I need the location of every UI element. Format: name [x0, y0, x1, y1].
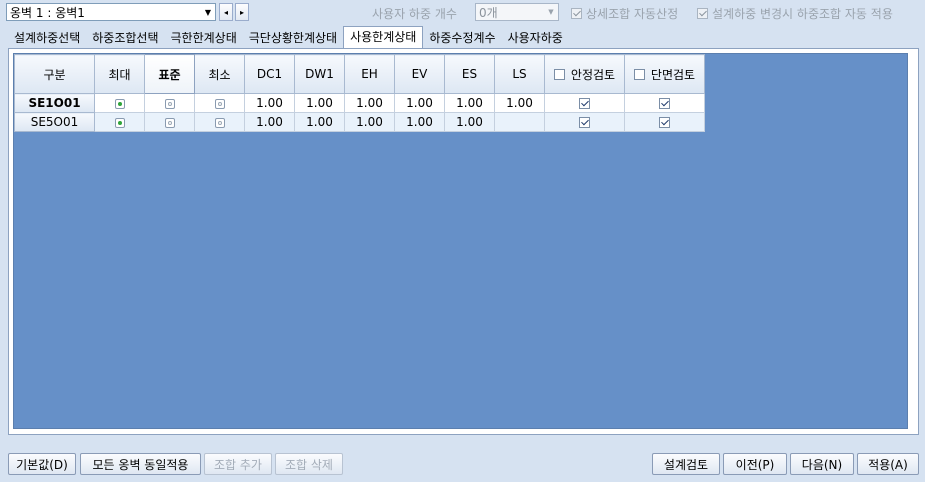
ev-cell[interactable]: 1.00 — [394, 93, 445, 113]
next-wall-button[interactable]: ▸ — [235, 3, 249, 21]
min-cell[interactable] — [194, 112, 245, 132]
col-header-category[interactable]: 구분 — [14, 54, 95, 94]
top-toolbar: 옹벽 1 : 옹벽1 ▼ ◂ ▸ 사용자 하중 개수 0개 ▼ 상세조합 자동산… — [0, 0, 925, 26]
max-radio[interactable] — [114, 98, 125, 109]
table-row: SE1O01 1.00 1.00 1.00 1.00 1.00 1.00 — [14, 93, 705, 113]
chevron-down-icon[interactable]: ▼ — [201, 4, 215, 20]
next-button[interactable]: 다음(N) — [790, 453, 854, 475]
col-header-min[interactable]: 최소 — [194, 54, 245, 94]
col-header-section[interactable]: 단면검토 — [624, 54, 705, 94]
standard-cell[interactable] — [144, 93, 195, 113]
section-header-label: 단면검토 — [650, 67, 696, 82]
grid-area: 구분 최대 표준 최소 DC1 DW1 EH EV ES LS 안정검토 단면검… — [13, 53, 908, 429]
max-radio[interactable] — [114, 117, 125, 128]
tab-panel: 구분 최대 표준 최소 DC1 DW1 EH EV ES LS 안정검토 단면검… — [8, 48, 919, 435]
table-row: SE5O01 1.00 1.00 1.00 1.00 1.00 — [14, 112, 705, 132]
eh-cell[interactable]: 1.00 — [344, 112, 395, 132]
standard-radio[interactable] — [164, 117, 175, 128]
col-header-dw1[interactable]: DW1 — [294, 54, 345, 94]
row-name[interactable]: SE1O01 — [14, 93, 95, 113]
dc1-cell[interactable]: 1.00 — [244, 112, 295, 132]
dw1-cell[interactable]: 1.00 — [294, 93, 345, 113]
user-load-count-label: 사용자 하중 개수 — [372, 7, 457, 21]
section-cell[interactable] — [624, 112, 705, 132]
prev-wall-button[interactable]: ◂ — [219, 3, 233, 21]
user-load-count-value: 0개 — [479, 5, 498, 20]
min-cell[interactable] — [194, 93, 245, 113]
tab-ultimate-limit[interactable]: 극한한계상태 — [165, 29, 243, 48]
es-cell[interactable]: 1.00 — [444, 112, 495, 132]
col-header-max[interactable]: 최대 — [94, 54, 145, 94]
load-combination-grid: 구분 최대 표준 최소 DC1 DW1 EH EV ES LS 안정검토 단면검… — [14, 54, 705, 132]
tab-extreme-limit[interactable]: 극단상황한계상태 — [243, 29, 343, 48]
delete-combination-button[interactable]: 조합 삭제 — [275, 453, 343, 475]
standard-radio[interactable] — [164, 98, 175, 109]
auto-detail-label: 상세조합 자동산정 — [586, 7, 679, 21]
user-load-count-select[interactable]: 0개 ▼ — [475, 3, 559, 21]
col-header-ls[interactable]: LS — [494, 54, 545, 94]
wall-select[interactable]: 옹벽 1 : 옹벽1 ▼ — [6, 3, 216, 21]
tab-user-load[interactable]: 사용자하중 — [502, 29, 569, 48]
tab-load-combination[interactable]: 하중조합선택 — [86, 29, 164, 48]
stability-cell[interactable] — [544, 112, 625, 132]
section-cell[interactable] — [624, 93, 705, 113]
prev-button[interactable]: 이전(P) — [723, 453, 787, 475]
apply-all-walls-button[interactable]: 모든 옹벽 동일적용 — [80, 453, 201, 475]
es-cell[interactable]: 1.00 — [444, 93, 495, 113]
apply-button[interactable]: 적용(A) — [857, 453, 919, 475]
dw1-cell[interactable]: 1.00 — [294, 112, 345, 132]
row-name[interactable]: SE5O01 — [14, 112, 95, 132]
section-checkbox[interactable] — [659, 117, 670, 128]
section-all-checkbox[interactable] — [633, 68, 645, 80]
bottom-button-bar: 기본값(D) 모든 옹벽 동일적용 조합 추가 조합 삭제 설계검토 이전(P)… — [0, 450, 925, 478]
stability-all-checkbox[interactable] — [553, 68, 565, 80]
col-header-standard[interactable]: 표준 — [144, 54, 195, 94]
ev-cell[interactable]: 1.00 — [394, 112, 445, 132]
section-checkbox[interactable] — [659, 98, 670, 109]
col-header-ev[interactable]: EV — [394, 54, 445, 94]
max-cell[interactable] — [94, 93, 145, 113]
eh-cell[interactable]: 1.00 — [344, 93, 395, 113]
ls-cell[interactable] — [494, 112, 545, 132]
min-radio[interactable] — [214, 117, 225, 128]
default-button[interactable]: 기본값(D) — [8, 453, 76, 475]
stability-checkbox[interactable] — [579, 117, 590, 128]
auto-apply-checkbox[interactable] — [697, 8, 708, 19]
auto-detail-option[interactable]: 상세조합 자동산정 — [571, 5, 678, 22]
dc1-cell[interactable]: 1.00 — [244, 93, 295, 113]
wall-select-value: 옹벽 1 : 옹벽1 — [10, 5, 85, 20]
auto-apply-label: 설계하중 변경시 하중조합 자동 적용 — [712, 7, 893, 21]
auto-detail-checkbox[interactable] — [571, 8, 582, 19]
stability-checkbox[interactable] — [579, 98, 590, 109]
col-header-eh[interactable]: EH — [344, 54, 395, 94]
tab-bar: 설계하중선택 하중조합선택 극한한계상태 극단상황한계상태 사용한계상태 하중수… — [8, 26, 569, 48]
min-radio[interactable] — [214, 98, 225, 109]
chevron-down-icon: ▼ — [548, 8, 554, 16]
add-combination-button[interactable]: 조합 추가 — [204, 453, 272, 475]
design-check-button[interactable]: 설계검토 — [652, 453, 720, 475]
stability-cell[interactable] — [544, 93, 625, 113]
auto-apply-option[interactable]: 설계하중 변경시 하중조합 자동 적용 — [697, 5, 893, 22]
standard-cell[interactable] — [144, 112, 195, 132]
tab-service-limit[interactable]: 사용한계상태 — [343, 26, 424, 48]
stability-header-label: 안정검토 — [570, 67, 616, 82]
col-header-dc1[interactable]: DC1 — [244, 54, 295, 94]
col-header-stability[interactable]: 안정검토 — [544, 54, 625, 94]
max-cell[interactable] — [94, 112, 145, 132]
tab-design-load[interactable]: 설계하중선택 — [8, 29, 86, 48]
tab-load-modifier[interactable]: 하중수정계수 — [423, 29, 501, 48]
ls-cell[interactable]: 1.00 — [494, 93, 545, 113]
col-header-es[interactable]: ES — [444, 54, 495, 94]
